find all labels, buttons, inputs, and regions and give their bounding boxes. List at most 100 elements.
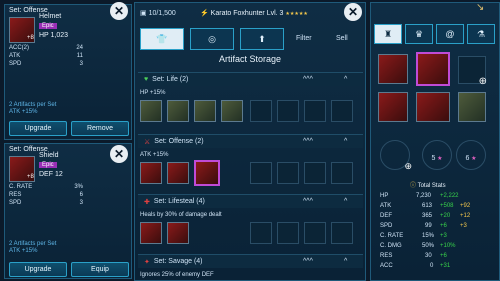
set-bonus: HP +15%	[140, 90, 166, 96]
stat-row: C. RATE 3%	[9, 184, 83, 190]
amulet-counter: 6 ★	[456, 140, 486, 170]
stat-extra: +92	[460, 203, 471, 209]
upgrade-button[interactable]: Upgrade	[9, 262, 67, 277]
stat-base: 50%	[422, 243, 435, 249]
empty-slot	[304, 222, 326, 244]
section-title: Set: Life (2)	[152, 76, 189, 83]
artifact-slot[interactable]	[140, 222, 162, 244]
storage-heading: Artifact Storage	[218, 54, 282, 64]
empty-slot	[331, 162, 353, 184]
empty-slot	[331, 100, 353, 122]
tab-rings[interactable]: ◎	[190, 28, 234, 50]
upgrade-button[interactable]: Upgrade	[9, 121, 67, 136]
set-section-life[interactable]: ♥ Set: Life (2) ^^^ ^	[138, 72, 363, 86]
remove-button[interactable]: Remove	[71, 121, 129, 136]
artifact-slot[interactable]	[167, 222, 189, 244]
stat-row: RES 6	[9, 192, 83, 198]
artifact-slot-selected[interactable]	[194, 160, 220, 186]
expand-chevrons[interactable]: ^^^	[303, 258, 313, 265]
sell-button[interactable]: Sell	[336, 35, 348, 42]
plus-icon: ⊕	[404, 161, 412, 171]
close-icon[interactable]: ✕	[110, 2, 128, 20]
total-stats-title: ⓘ Total Stats	[410, 183, 446, 189]
stat-base: 613	[422, 203, 433, 209]
bag-icon: ▣	[140, 10, 149, 17]
corner-arrow-icon[interactable]: ↘	[476, 2, 484, 13]
sword-icon: ⚔	[144, 138, 151, 146]
stat-label: ATK	[380, 203, 392, 209]
empty-slot	[277, 162, 299, 184]
expand-chevrons[interactable]: ^^^	[303, 138, 313, 145]
artifact-card-shield: Set: Offense +8 Shield Epic DEF 12 C. RA…	[4, 143, 132, 279]
artifact-level: +8	[27, 35, 34, 41]
set-section-lifesteal[interactable]: ✚ Set: Lifesteal (4) ^^^ ^	[138, 194, 363, 208]
empty-shield-slot[interactable]: ⊕	[458, 56, 487, 87]
empty-slot	[304, 100, 326, 122]
equipped-gloves[interactable]	[378, 92, 408, 122]
stat-bonus: +20	[440, 213, 451, 219]
tab-armor[interactable]: 👕	[140, 28, 184, 50]
close-icon[interactable]: ✕	[344, 3, 362, 21]
equipped-boots[interactable]	[458, 92, 486, 122]
stat-base: 99	[425, 223, 432, 229]
crown-icon: ♛	[414, 28, 424, 39]
collapse-chevron[interactable]: ^	[344, 76, 347, 83]
set-bonus: Heals by 30% of damage dealt	[140, 212, 222, 218]
armor-icon: ♜	[383, 28, 393, 39]
ring-icon: ◎	[208, 33, 216, 44]
plus-icon: ⊕	[478, 76, 487, 87]
empty-slot	[304, 162, 326, 184]
artifact-level: +8	[27, 174, 34, 180]
info-icon: ⓘ	[410, 183, 417, 189]
equipped-chest[interactable]	[416, 92, 450, 122]
main-stat: HP 1,023	[39, 32, 69, 39]
collapse-chevron[interactable]: ^	[344, 258, 347, 265]
filter-button[interactable]: Filter	[296, 35, 312, 42]
tab-banners[interactable]: ⬆	[240, 28, 284, 50]
equipped-weapon[interactable]	[378, 54, 408, 84]
set-info: 2 Artifacts per Set	[9, 102, 57, 108]
expand-chevrons[interactable]: ^^^	[303, 76, 313, 83]
set-bonus: ATK +15%	[140, 152, 169, 158]
stat-base: 0	[430, 263, 434, 269]
stat-label: RES	[380, 253, 393, 259]
expand-chevrons[interactable]: ^^^	[303, 198, 313, 205]
banner-icon: ⬆	[258, 33, 266, 44]
tab-masteries[interactable]: @	[436, 24, 464, 44]
artifact-slot[interactable]	[140, 162, 162, 184]
stat-label: DEF	[380, 213, 392, 219]
collapse-chevron[interactable]: ^	[344, 198, 347, 205]
tab-blessings[interactable]: ⚗	[467, 24, 495, 44]
set-bonus: ATK +15%	[9, 109, 38, 115]
artifact-slot[interactable]	[194, 100, 216, 122]
artifact-slot[interactable]	[221, 100, 243, 122]
empty-accessory-slot[interactable]: ⊕	[380, 140, 412, 171]
empty-slot	[277, 100, 299, 122]
stat-label: ACC	[380, 263, 393, 269]
tab-accessories[interactable]: ♛	[405, 24, 433, 44]
artifact-slot[interactable]	[140, 100, 162, 122]
stat-row: SPD 3	[9, 61, 83, 67]
armor-icon: 👕	[156, 33, 168, 44]
equipped-helmet[interactable]	[416, 52, 450, 86]
artifact-slot[interactable]	[167, 100, 189, 122]
section-title: Set: Offense (2)	[154, 138, 204, 145]
set-bonus: Ignores 25% of enemy DEF	[140, 272, 214, 278]
swirl-icon: @	[445, 29, 455, 39]
stat-label: C. RATE	[380, 233, 404, 239]
set-section-savage[interactable]: ✦ Set: Savage (4) ^^^ ^	[138, 254, 363, 268]
stat-bonus: +6	[440, 253, 447, 259]
tab-armor-gear[interactable]: ♜	[374, 24, 402, 44]
set-section-offense[interactable]: ⚔ Set: Offense (2) ^^^ ^	[138, 134, 363, 148]
artifact-slot[interactable]	[167, 162, 189, 184]
collapse-chevron[interactable]: ^	[344, 138, 347, 145]
stat-extra: +3	[460, 223, 467, 229]
stat-row: ACC(2) 24	[9, 45, 83, 51]
rarity-badge: Epic	[39, 23, 57, 29]
equip-button[interactable]: Equip	[71, 262, 129, 277]
stat-row: ATK 11	[9, 53, 83, 59]
close-icon[interactable]: ✕	[110, 145, 128, 163]
empty-slot	[250, 222, 272, 244]
stat-bonus: +3	[440, 233, 447, 239]
set-bonus: ATK +15%	[9, 248, 38, 254]
